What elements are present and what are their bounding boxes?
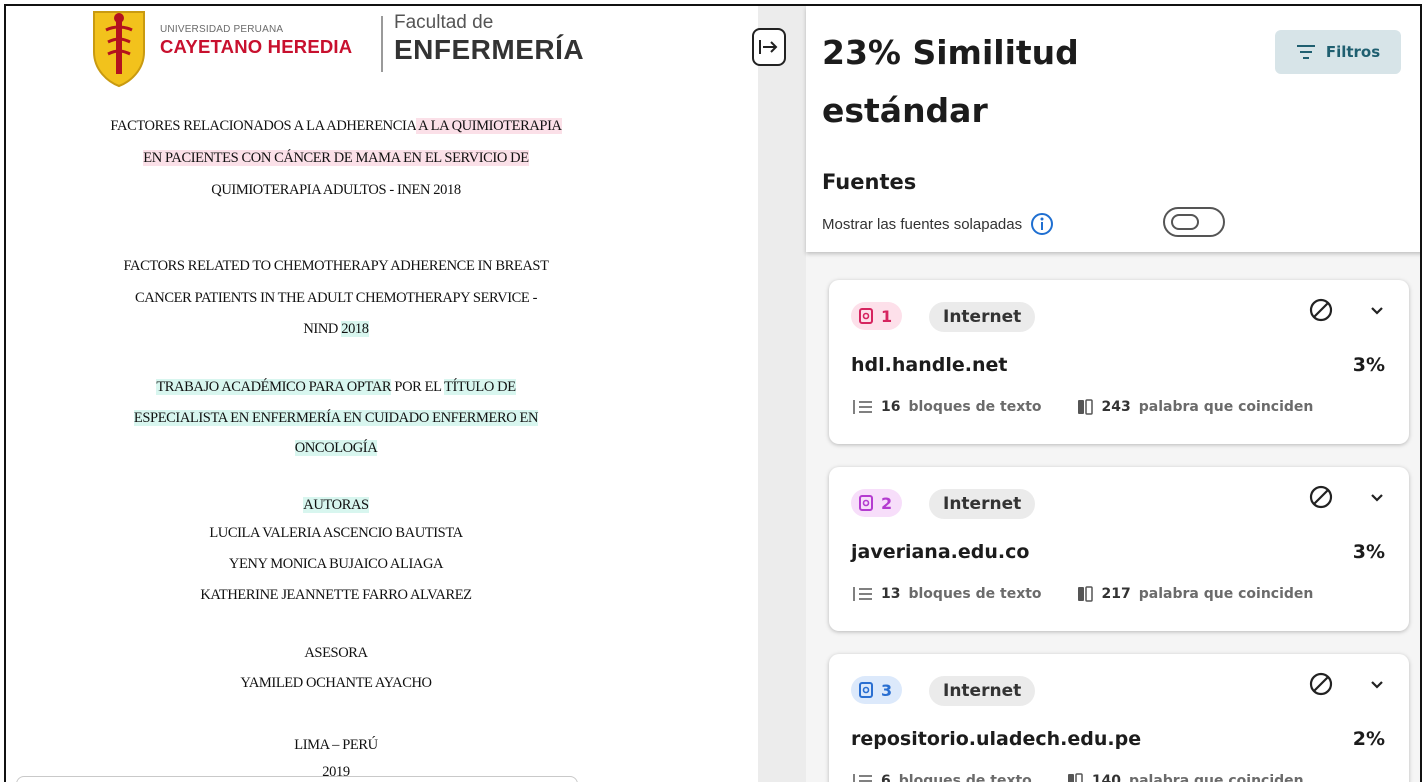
source-number-chip: 1	[851, 302, 903, 330]
match-highlight[interactable]: EN PACIENTES CON CÁNCER DE MAMA EN EL SE…	[143, 150, 529, 166]
source-type-chip: Internet	[929, 489, 1036, 519]
text-blocks-label: bloques de texto	[898, 773, 1032, 782]
university-name-small: UNIVERSIDAD PERUANA	[160, 24, 284, 35]
source-number: 3	[881, 680, 893, 700]
match-highlight[interactable]: ESPECIALISTA EN ENFERMERÍA EN CUIDADO EN…	[133, 410, 538, 426]
source-stats: 16 bloques de texto 243 palabra que coinci…	[851, 398, 1313, 416]
text-blocks-label: bloques de texto	[908, 586, 1042, 602]
chevron-down-icon[interactable]	[1369, 491, 1385, 505]
exclude-icon[interactable]	[1307, 670, 1335, 698]
author-name: YENY MONICA BUJAICO ALIAGA	[228, 556, 444, 572]
document-search-icon	[859, 495, 873, 511]
match-highlight[interactable]: AUTORAS	[303, 497, 369, 513]
degree-line-1: TRABAJO ACADÉMICO PARA OPTAR POR EL TÍTU…	[156, 379, 516, 395]
advisor-name: YAMILED OCHANTE AYACHO	[240, 675, 432, 691]
matching-words-count: 217	[1101, 586, 1131, 602]
app-window: UNIVERSIDAD PERUANA CAYETANO HEREDIA Fac…	[4, 4, 1422, 782]
similarity-title-line-1: 23% Similitud	[822, 33, 1079, 72]
source-percent: 3%	[1352, 541, 1385, 563]
document-search-icon	[859, 308, 873, 324]
chevron-down-icon[interactable]	[1369, 304, 1385, 318]
text-blocks-count: 13	[881, 586, 901, 602]
title-en-line-2: CANCER PATIENTS IN THE ADULT CHEMOTHERAP…	[134, 290, 538, 306]
degree-line-2: ESPECIALISTA EN ENFERMERÍA EN CUIDADO EN…	[6, 410, 666, 427]
source-card[interactable]: 3 Internet repositorio.uladech.edu.pe 2%…	[829, 654, 1409, 782]
text-blocks-count: 16	[881, 399, 901, 415]
author-name: LUCILA VALERIA ASCENCIO BAUTISTA	[209, 525, 463, 541]
faculty-label-small: Facultad de	[394, 12, 494, 33]
matching-words-count: 140	[1091, 773, 1122, 782]
similarity-title-line-2: estándar	[822, 91, 988, 130]
exclude-icon[interactable]	[1307, 296, 1335, 324]
title-en-line-1: FACTORS RELATED TO CHEMOTHERAPY ADHERENC…	[123, 258, 549, 274]
author-name: KATHERINE JEANNETTE FARRO ALVAREZ	[200, 587, 472, 603]
source-number-chip: 3	[851, 676, 903, 704]
text-blocks-count: 6	[881, 773, 891, 782]
matching-words-icon	[1077, 586, 1093, 602]
matching-words-count: 243	[1101, 399, 1131, 415]
sources-heading: Fuentes	[822, 170, 917, 194]
source-type-chip: Internet	[929, 302, 1036, 332]
text-blocks-label: bloques de texto	[908, 399, 1042, 415]
toggle-knob	[1171, 214, 1199, 230]
text-blocks-icon	[853, 400, 872, 414]
document-viewer[interactable]: UNIVERSIDAD PERUANA CAYETANO HEREDIA Fac…	[6, 6, 758, 782]
collapse-panel-button[interactable]	[752, 28, 786, 66]
source-domain[interactable]: hdl.handle.net	[851, 354, 1007, 376]
info-icon[interactable]	[1030, 212, 1054, 236]
crest-icon	[93, 11, 145, 88]
title-en-line-3: NIND 2018	[303, 321, 369, 337]
source-number: 1	[881, 306, 893, 326]
match-highlight[interactable]: A LA QUIMIOTERAPIA	[415, 118, 562, 134]
matching-words-icon	[1067, 773, 1083, 782]
match-highlight[interactable]: ONCOLOGÍA	[294, 440, 378, 456]
degree-line-3: ONCOLOGÍA	[6, 440, 666, 457]
bottom-panel-tab[interactable]	[16, 776, 578, 782]
match-highlight[interactable]: TÍTULO DE	[443, 379, 516, 395]
filters-label: Filtros	[1325, 43, 1381, 61]
source-number-chip: 2	[851, 489, 903, 517]
matching-words-icon	[1077, 399, 1093, 415]
title-es-line-3: QUIMIOTERAPIA ADULTOS - INEN 2018	[211, 182, 461, 198]
source-domain[interactable]: repositorio.uladech.edu.pe	[851, 728, 1141, 750]
match-highlight[interactable]: 2018	[341, 321, 369, 337]
source-percent: 3%	[1352, 354, 1385, 376]
source-type-chip: Internet	[929, 676, 1036, 706]
document-scrollbar[interactable]	[758, 6, 806, 782]
chevron-down-icon[interactable]	[1369, 678, 1385, 692]
matching-words-label: palabra que coinciden	[1138, 399, 1314, 415]
matching-words-label: palabra que coinciden	[1129, 773, 1304, 782]
overlap-sources-row: Mostrar las fuentes solapadas	[822, 212, 1054, 236]
advisor-heading: ASESORA	[304, 645, 368, 661]
authors-heading: AUTORAS	[6, 497, 666, 514]
document-search-icon	[859, 682, 873, 698]
faculty-name: ENFERMERÍA	[394, 34, 585, 65]
similarity-title: 23% Similitud estándar	[822, 24, 1252, 140]
title-es-line-2: EN PACIENTES CON CÁNCER DE MAMA EN EL SE…	[6, 150, 666, 167]
similarity-panel: 23% Similitud estándar Filtros Fuentes M…	[806, 6, 1420, 782]
university-logo: UNIVERSIDAD PERUANA CAYETANO HEREDIA Fac…	[90, 8, 584, 90]
text-blocks-icon	[853, 587, 872, 601]
source-card[interactable]: 2 Internet javeriana.edu.co 3% 13 bloques…	[829, 467, 1409, 631]
text-blocks-icon	[853, 774, 872, 782]
overlap-sources-label: Mostrar las fuentes solapadas	[822, 215, 1023, 233]
source-number: 2	[881, 493, 893, 513]
filter-icon	[1296, 45, 1315, 59]
overlap-sources-toggle[interactable]	[1163, 207, 1225, 237]
university-name: CAYETANO HEREDIA	[160, 36, 353, 57]
source-card[interactable]: 1 Internet hdl.handle.net 3% 16 bloques d…	[829, 280, 1409, 444]
exclude-icon[interactable]	[1307, 483, 1335, 511]
document-place: LIMA – PERÚ	[294, 737, 378, 753]
source-stats: 6 bloques de texto 140 palabra que coincid…	[851, 772, 1304, 782]
matching-words-label: palabra que coinciden	[1138, 586, 1314, 602]
source-stats: 13 bloques de texto 217 palabra que coinci…	[851, 585, 1313, 603]
panel-header: 23% Similitud estándar Filtros Fuentes M…	[806, 6, 1420, 252]
logo-divider	[381, 16, 383, 72]
filters-button[interactable]: Filtros	[1275, 30, 1401, 74]
source-domain[interactable]: javeriana.edu.co	[851, 541, 1029, 563]
source-percent: 2%	[1352, 728, 1385, 750]
title-es-line-1: FACTORES RELACIONADOS A LA ADHERENCIA A …	[110, 118, 562, 134]
match-highlight[interactable]: TRABAJO ACADÉMICO PARA OPTAR	[156, 379, 392, 395]
arrow-to-right-icon	[759, 40, 778, 54]
